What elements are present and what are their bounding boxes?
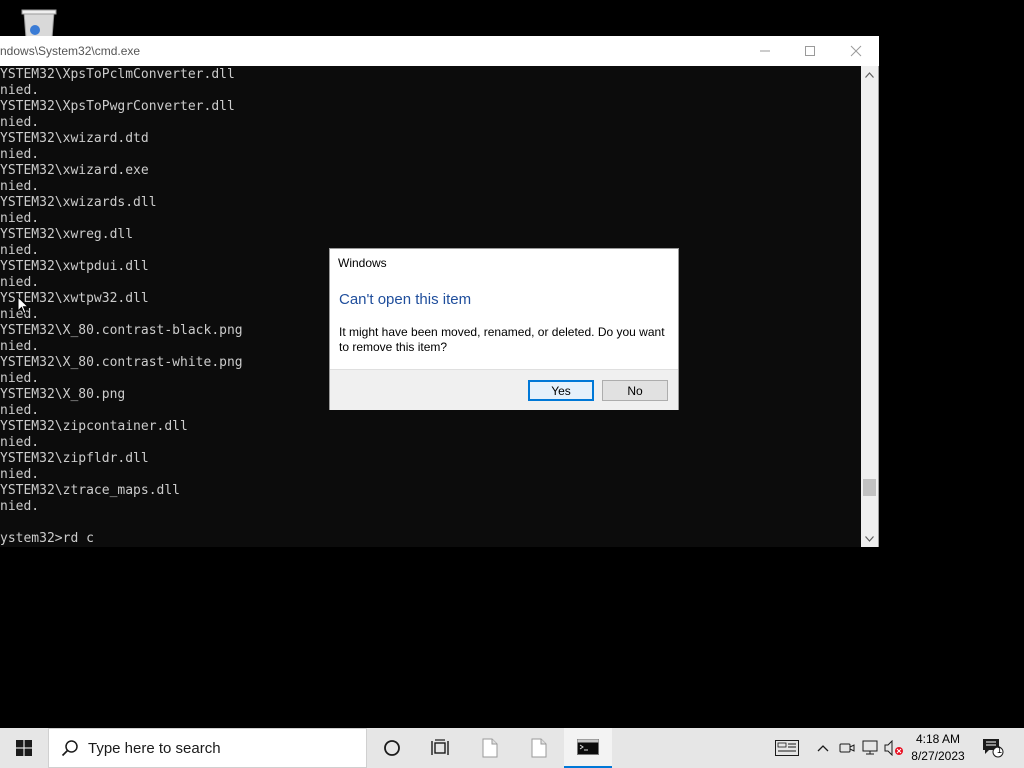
network-icon[interactable] <box>860 728 882 768</box>
file-icon[interactable] <box>466 728 514 768</box>
dialog-footer: Yes No <box>330 369 678 410</box>
meet-now-icon[interactable] <box>836 728 858 768</box>
console-line: YSTEM32\xwreg.dll <box>0 227 134 242</box>
minimize-button[interactable] <box>742 36 788 66</box>
chevron-up-icon[interactable] <box>812 728 834 768</box>
scroll-up-icon[interactable] <box>861 66 878 83</box>
console-line: nied. <box>0 499 40 514</box>
console-line: YSTEM32\xwizard.dtd <box>0 131 149 146</box>
task-view-icon[interactable] <box>416 728 464 768</box>
windows-start-icon[interactable] <box>0 728 48 768</box>
recycle-bin-icon[interactable] <box>18 8 60 39</box>
keyboard-icon[interactable] <box>770 728 804 768</box>
console-line: nied. <box>0 83 40 98</box>
cmd-titlebar[interactable]: ndows\System32\cmd.exe <box>0 36 879 66</box>
dialog-message: It might have been moved, renamed, or de… <box>339 325 665 354</box>
console-line: nied. <box>0 115 40 130</box>
yes-button[interactable]: Yes <box>528 380 594 401</box>
console-line: YSTEM32\ztrace_maps.dll <box>0 483 181 498</box>
dialog-title: Windows <box>338 256 387 270</box>
search-icon <box>61 739 79 757</box>
notification-count: 1 <box>997 745 1003 755</box>
clock[interactable]: 4:18 AM 8/27/2023 <box>905 731 971 765</box>
console-line: ystem32>rd c <box>0 531 94 546</box>
scroll-thumb[interactable] <box>863 479 876 496</box>
console-line: nied. <box>0 211 40 226</box>
no-button[interactable]: No <box>602 380 668 401</box>
console-line: YSTEM32\xwizards.dll <box>0 195 157 210</box>
error-dialog: Windows Can't open this item It might ha… <box>329 248 679 410</box>
console-line: nied. <box>0 435 40 450</box>
close-button[interactable] <box>833 36 879 66</box>
console-line: nied. <box>0 467 40 482</box>
maximize-button[interactable] <box>787 36 833 66</box>
file-icon[interactable] <box>515 728 563 768</box>
mouse-cursor-icon <box>17 295 30 319</box>
dialog-heading: Can't open this item <box>339 291 472 308</box>
taskbar: Type here to search 4:18 AM 8/27/2023 1 <box>0 728 1024 768</box>
search-placeholder: Type here to search <box>88 739 221 757</box>
vertical-scrollbar[interactable] <box>861 66 878 547</box>
cmd-icon[interactable] <box>564 728 612 768</box>
notification-icon[interactable]: 1 <box>978 728 1008 768</box>
cortana-icon[interactable] <box>368 728 416 768</box>
console-line: YSTEM32\XpsToPwgrConverter.dll <box>0 99 235 114</box>
console-line: YSTEM32\zipfldr.dll <box>0 451 149 466</box>
console-line: YSTEM32\zipcontainer.dll <box>0 419 188 434</box>
console-line: YSTEM32\xwizard.exe <box>0 163 149 178</box>
console-line: nied. <box>0 147 40 162</box>
clock-date: 8/27/2023 <box>911 749 965 763</box>
scroll-down-icon[interactable] <box>861 530 878 547</box>
search-input[interactable]: Type here to search <box>48 728 367 768</box>
console-line: YSTEM32\XpsToPclmConverter.dll <box>0 67 235 82</box>
window-title: ndows\System32\cmd.exe <box>0 44 141 58</box>
console-line: nied. <box>0 179 40 194</box>
volume-muted-icon[interactable] <box>883 728 905 768</box>
clock-time: 4:18 AM <box>915 732 961 746</box>
